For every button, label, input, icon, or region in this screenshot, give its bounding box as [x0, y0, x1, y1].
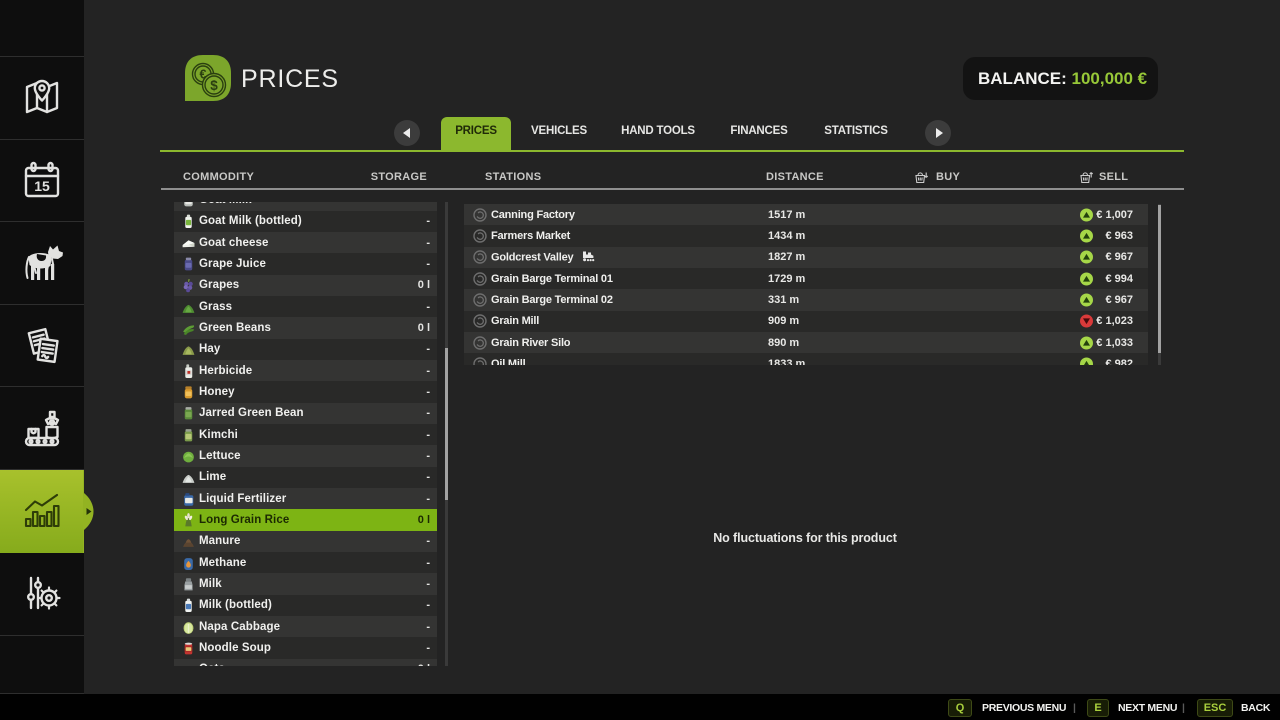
svg-text:$: $ — [210, 78, 218, 93]
svg-text:15: 15 — [34, 178, 50, 194]
